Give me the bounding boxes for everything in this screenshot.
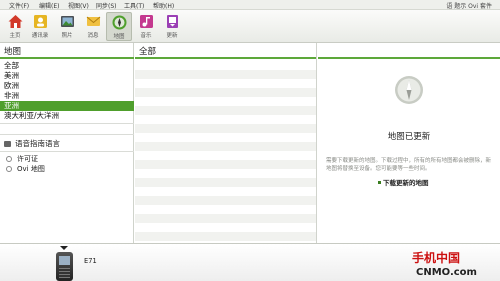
menu-file[interactable]: 文件(F) [9,1,29,10]
phone-keypad [59,268,70,278]
menu-edit[interactable]: 编辑(E) [39,1,59,10]
photos-icon [60,16,74,27]
toolbar-contacts-label: 通讯录 [31,33,49,39]
phone-icon[interactable] [56,252,73,281]
toolbar-photos-button[interactable]: 照片 [54,12,80,41]
ovi-maps-label: Ovi 地图 [17,165,45,173]
menu-tools[interactable]: 工具(T) [124,1,144,10]
toolbar-photos-label: 照片 [61,33,73,39]
region-item-all[interactable]: 全部 [0,61,134,71]
cnmo-logo: 手机中国 CNMO.com [412,250,477,278]
list-row[interactable] [135,214,316,223]
toolbar-contacts-button[interactable]: 通讯录 [27,12,53,41]
voice-guide-language-item[interactable]: 语音指南语言 [4,138,60,148]
download-updated-maps-link[interactable]: 下载更新的地图 [378,177,429,187]
toolbar: 主页 通讯录 照片 消息 地图 音乐 更新 [0,10,500,43]
device-name: E71 [84,257,97,265]
region-panel-title: 地图 [4,47,22,57]
compass-icon [395,76,423,104]
maps-updated-heading: 地图已更新 [387,132,431,142]
list-row[interactable] [135,70,316,79]
detail-panel: 地图已更新 需要下载更新的地图。下载过程中，所有的所有地图都会被删除，新地图将替… [318,43,500,243]
toolbar-music-label: 音乐 [140,33,152,39]
region-item-americas[interactable]: 美洲 [0,71,134,81]
list-row[interactable] [135,88,316,97]
list-row[interactable] [135,124,316,133]
region-item-europe[interactable]: 欧洲 [0,81,134,91]
speaker-icon [4,141,11,147]
update-description: 需要下载更新的地图。下载过程中，所有的所有地图都会被删除，新地图将替换至设备。您… [326,158,492,172]
download-updated-maps-label: 下载更新的地图 [383,179,429,187]
list-row[interactable] [135,178,316,187]
region-item-africa[interactable]: 非洲 [0,91,134,101]
region-item-oceania[interactable]: 澳大利亚/大洋洲 [0,111,134,121]
divider [0,123,134,124]
contacts-icon [33,15,47,28]
title-divider [318,57,500,59]
map-list-title: 全部 [139,47,157,57]
divider [0,151,134,152]
map-list-panel: 全部 [135,43,317,243]
license-label: 许可证 [17,155,38,163]
menu-sync[interactable]: 同步(S) [96,1,117,10]
region-item-asia[interactable]: 亚洲 [0,101,134,111]
license-item[interactable]: 许可证 [6,154,38,164]
update-icon [166,15,178,28]
radio-icon [6,156,12,162]
maps-icon [112,15,126,30]
list-row[interactable] [135,160,316,169]
toolbar-update-label: 更新 [166,33,178,39]
list-row[interactable] [135,106,316,115]
title-divider [0,57,134,59]
menu-help[interactable]: 帮助(H) [153,1,174,10]
menu-bar: 文件(F) 编辑(E) 视图(V) 同步(S) 工具(T) 帮助(H) 语 题示… [0,0,500,10]
bullet-icon [378,181,381,184]
toolbar-music-button[interactable]: 音乐 [133,12,159,41]
message-icon [86,16,100,26]
list-row[interactable] [135,232,316,241]
dropdown-arrow-icon[interactable] [60,246,68,250]
device-bar: E71 手机中国 CNMO.com [0,243,500,281]
toolbar-messages-button[interactable]: 消息 [80,12,106,41]
radio-icon [6,166,12,172]
house-icon [8,15,22,28]
voice-guide-language-label: 语音指南语言 [15,139,60,148]
toolbar-update-button[interactable]: 更新 [159,12,185,41]
divider [0,134,134,135]
account-info[interactable]: 语 题示 Ovi 套件 [446,1,492,10]
menu-view[interactable]: 视图(V) [68,1,89,10]
title-divider [135,57,316,59]
phone-screen [59,256,70,265]
region-panel: 地图 全部 美洲 欧洲 非洲 亚洲 澳大利亚/大洋洲 语音指南语言 许可证 Ov… [0,43,134,243]
ovi-maps-item[interactable]: Ovi 地图 [6,164,45,174]
music-icon [139,15,153,28]
logo-brand-cn: 手机中国 [412,250,460,265]
list-row[interactable] [135,142,316,151]
toolbar-home-button[interactable]: 主页 [2,12,28,41]
toolbar-maps-label: 地图 [113,34,125,40]
toolbar-maps-button[interactable]: 地图 [106,12,132,41]
logo-brand-en: CNMO.com [416,267,477,278]
toolbar-home-label: 主页 [9,33,21,39]
toolbar-messages-label: 消息 [87,33,99,39]
list-row[interactable] [135,196,316,205]
